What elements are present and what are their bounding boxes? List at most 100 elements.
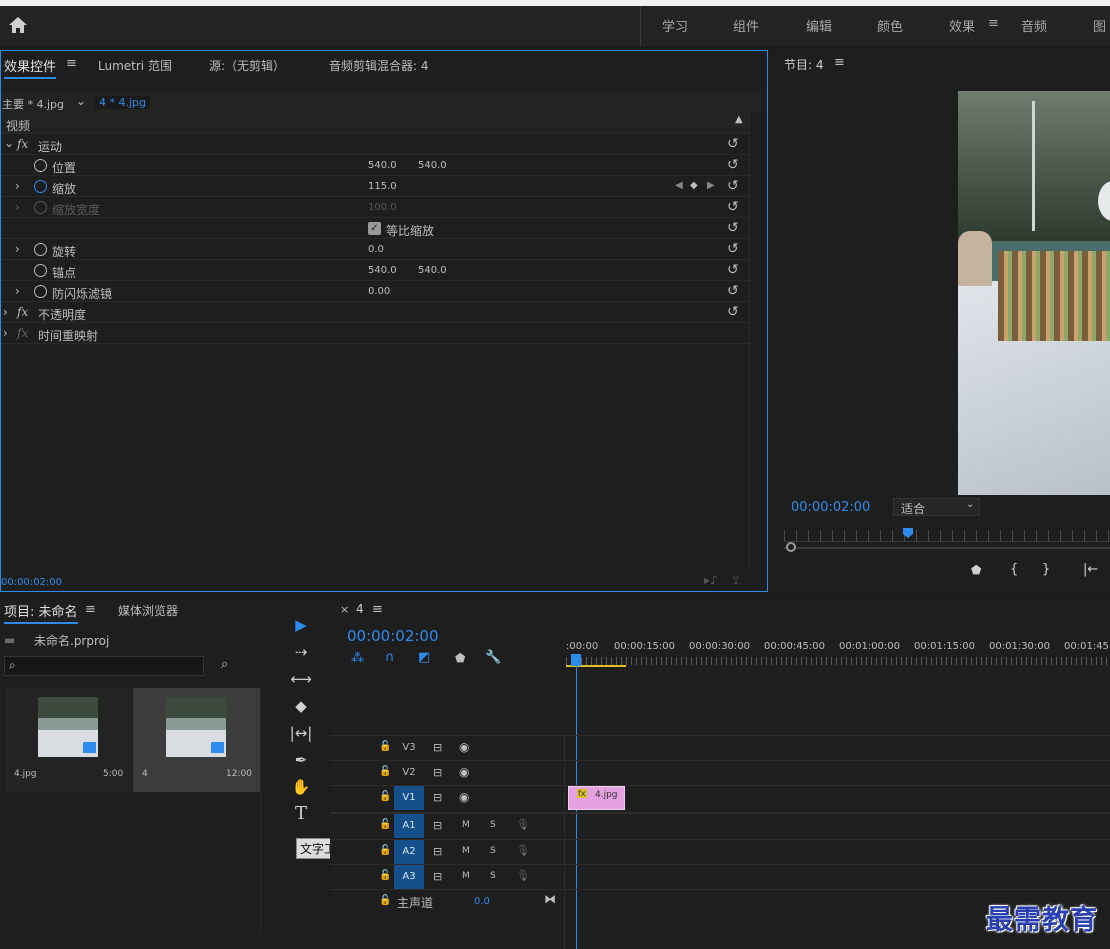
rotation-value[interactable]: 0.0 [368, 244, 384, 255]
find-icon[interactable]: ⌕ [221, 657, 228, 672]
track-v1[interactable]: 🔓 V1 ⊟ ◉ [330, 786, 564, 811]
workspace-color[interactable]: 颜色 [877, 16, 903, 35]
type-tool-icon[interactable]: T [289, 802, 313, 826]
menu-icon[interactable]: ≡ [85, 602, 96, 617]
fit-dropdown[interactable]: 适合 ⌄ [893, 498, 980, 516]
hand-tool-icon[interactable]: ✋ [289, 775, 313, 799]
chevron-right-icon[interactable]: › [15, 242, 20, 256]
track-a1[interactable]: 🔓 A1 ⊟ M S 🎙 [330, 814, 564, 839]
timeline-timecode[interactable]: 00:00:02:00 [347, 627, 439, 645]
motion-row[interactable]: ⌄ fx 运动 ↺ [1, 134, 749, 155]
eye-icon[interactable]: ◉ [459, 740, 469, 754]
chevron-right-icon[interactable]: › [15, 284, 20, 298]
marker-icon[interactable]: ⬟ [971, 563, 981, 577]
stopwatch-icon[interactable] [34, 243, 47, 256]
menu-icon[interactable]: ≡ [834, 55, 845, 70]
wrench-icon[interactable]: 🔧 [485, 650, 501, 665]
scrollbar[interactable] [260, 688, 261, 934]
track-v3[interactable]: 🔓 V3 ⊟ ◉ [330, 736, 564, 760]
workspace-audio[interactable]: 音频 [1021, 16, 1047, 35]
stopwatch-icon[interactable] [34, 180, 47, 193]
tab-audio-mixer[interactable]: 音频剪辑混合器: 4 [329, 57, 429, 74]
track-a2[interactable]: 🔓 A2 ⊟ M S 🎙 [330, 840, 564, 864]
project-item[interactable]: 4 12:00 [133, 688, 260, 792]
export-icon[interactable]: ⇪ [731, 573, 741, 587]
tab-sequence[interactable]: 4 [356, 602, 364, 616]
program-title[interactable]: 节目: 4 [784, 56, 824, 73]
track-v2[interactable]: 🔓 V2 ⊟ ◉ [330, 761, 564, 785]
solo-button[interactable]: S [490, 871, 496, 881]
mic-icon[interactable]: 🎙 [516, 844, 530, 857]
close-icon[interactable]: × [340, 603, 349, 616]
pen-tool-icon[interactable]: ✒ [289, 748, 313, 772]
tab-media-browser[interactable]: 媒体浏览器 [118, 602, 178, 619]
tab-source[interactable]: 源:（无剪辑） [209, 57, 285, 74]
chevron-right-icon[interactable]: › [3, 305, 8, 319]
sequence-clip-label[interactable]: 4 * 4.jpg [95, 96, 151, 109]
project-item[interactable]: 4.jpg 5:00 [5, 688, 132, 792]
time-ruler[interactable] [784, 530, 1110, 542]
timecode[interactable]: 00:00:02:00 [1, 577, 62, 588]
master-clip-label[interactable]: 主要 * 4.jpg [2, 96, 64, 112]
toggle-sync-icon[interactable]: ⊟ [433, 870, 442, 883]
prev-keyframe-icon[interactable]: ◀ [675, 180, 683, 191]
nest-icon[interactable]: ⁂ [351, 651, 364, 666]
reset-icon[interactable]: ↺ [727, 305, 741, 319]
reset-icon[interactable]: ↺ [727, 137, 741, 151]
time-ruler[interactable]: :00:00 00:00:15:00 00:00:30:00 00:00:45:… [566, 637, 1110, 671]
scale-value[interactable]: 115.0 [368, 181, 397, 192]
stopwatch-icon[interactable] [34, 159, 47, 172]
workspace-effects[interactable]: 效果 [949, 16, 975, 35]
fx-icon[interactable]: fx [17, 137, 28, 151]
workspace-menu-icon[interactable]: ≡ [988, 16, 999, 31]
reset-icon[interactable]: ↺ [727, 284, 741, 298]
time-remap-row[interactable]: › fx 时间重映射 [1, 323, 749, 344]
add-marker-icon[interactable]: ⬟ [455, 651, 465, 665]
tab-effect-controls[interactable]: 效果控件 [4, 56, 57, 79]
next-keyframe-icon[interactable]: ▶ [707, 180, 715, 191]
mute-button[interactable]: M [462, 846, 470, 856]
tab-menu-icon[interactable]: ≡ [66, 56, 77, 71]
track-select-tool-icon[interactable]: ⇢ [289, 640, 313, 664]
reset-icon[interactable]: ↺ [727, 158, 741, 172]
scrollbar[interactable] [749, 113, 761, 568]
mute-button[interactable]: M [462, 820, 470, 830]
toggle-sync-icon[interactable]: ⊟ [433, 766, 442, 779]
mute-button[interactable]: M [462, 871, 470, 881]
fx-icon[interactable]: fx [17, 305, 28, 319]
lock-icon[interactable]: 🔓 [379, 766, 391, 777]
lock-icon[interactable]: 🔓 [379, 741, 391, 752]
opacity-row[interactable]: › fx 不透明度 ↺ [1, 302, 749, 323]
mark-out-icon[interactable]: } [1042, 562, 1050, 577]
keyframe-icon[interactable]: ◆ [690, 180, 698, 191]
toggle-sync-icon[interactable]: ⊟ [433, 741, 442, 754]
solo-button[interactable]: S [490, 846, 496, 856]
reset-icon[interactable]: ↺ [727, 221, 741, 235]
eye-icon[interactable]: ◉ [459, 790, 469, 804]
stopwatch-icon[interactable] [34, 264, 47, 277]
mic-icon[interactable]: 🎙 [516, 818, 530, 831]
go-to-in-icon[interactable]: |← [1083, 562, 1098, 577]
ripple-edit-tool-icon[interactable]: ⟷ [289, 667, 313, 691]
snap-icon[interactable]: ∩ [385, 650, 395, 665]
bowtie-icon[interactable]: ⧓ [544, 892, 556, 906]
anchor-x-value[interactable]: 540.0 [368, 265, 397, 276]
track-label[interactable]: A2 [394, 840, 424, 864]
play-audio-icon[interactable]: ▸♪ [704, 573, 718, 587]
slip-tool-icon[interactable]: |↔| [289, 721, 313, 745]
workspace-editing[interactable]: 编辑 [806, 16, 832, 35]
lock-icon[interactable]: 🔓 [379, 819, 391, 830]
lock-icon[interactable]: 🔓 [379, 895, 391, 906]
flicker-value[interactable]: 0.00 [368, 286, 390, 297]
mic-icon[interactable]: 🎙 [516, 869, 530, 882]
mark-in-icon[interactable]: { [1010, 562, 1018, 577]
anchor-y-value[interactable]: 540.0 [418, 265, 447, 276]
master-track[interactable]: 🔓 主声道 0.0 ⧓ [330, 890, 564, 914]
scroll-up-icon[interactable]: ▲ [735, 114, 743, 125]
chevron-right-icon[interactable]: › [3, 326, 8, 340]
track-label[interactable]: V2 [394, 761, 424, 785]
reset-icon[interactable]: ↺ [727, 242, 741, 256]
clip[interactable]: fx 4.jpg [568, 786, 625, 810]
search-input[interactable]: ⌕ [4, 656, 204, 676]
selection-tool-icon[interactable]: ▶ [289, 613, 313, 637]
